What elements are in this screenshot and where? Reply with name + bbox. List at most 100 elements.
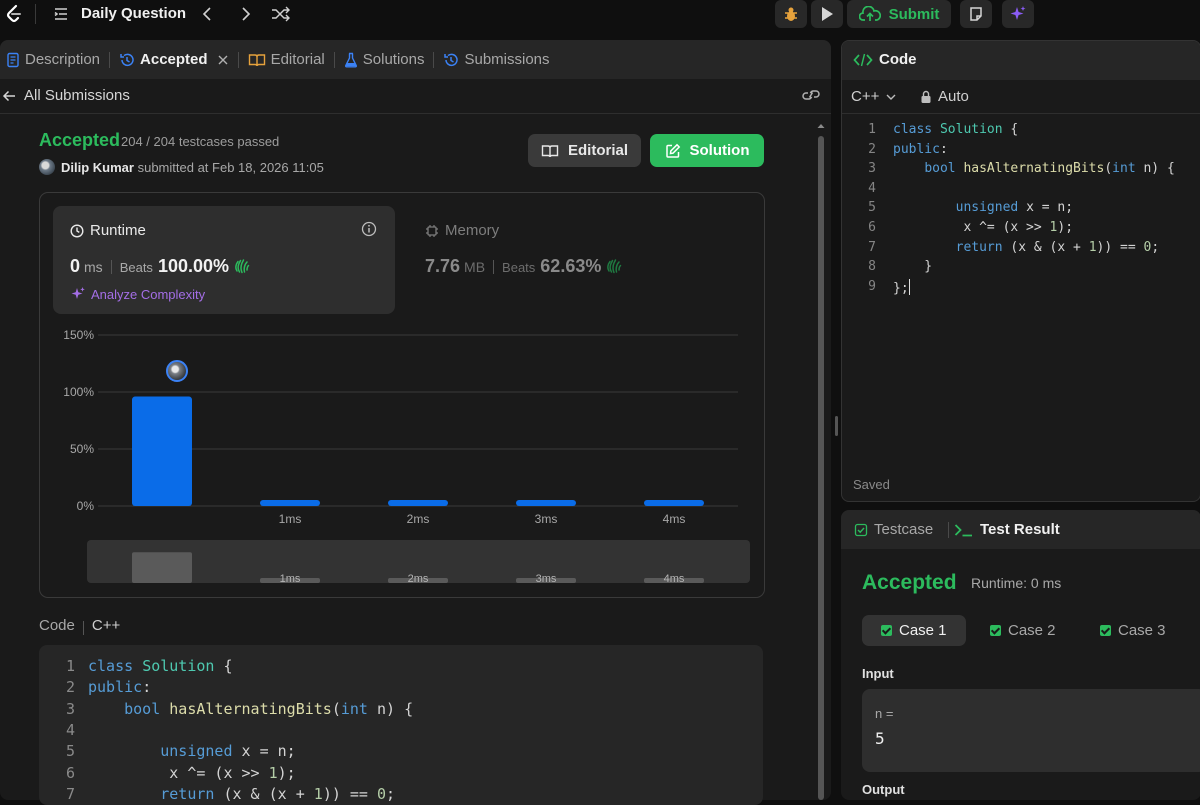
tab-label: Submissions [464, 51, 550, 68]
memory-card-label[interactable]: Memory [425, 222, 499, 239]
all-submissions-label: All Submissions [24, 87, 130, 104]
test-runtime: Runtime: 0 ms [971, 575, 1062, 591]
tab-testcase[interactable]: Testcase [854, 521, 933, 538]
tab-label: Description [25, 51, 101, 68]
tab-accepted[interactable]: Accepted [116, 51, 232, 68]
tab-label: Testcase [874, 521, 934, 538]
runtime-card[interactable]: Runtime 0 ms Beats 100.00% Analyze Compl… [53, 206, 395, 314]
tab-solutions[interactable]: Solutions [341, 51, 428, 68]
line-number: 3 [65, 699, 75, 718]
code-icon [853, 53, 873, 67]
submitter-name[interactable]: Dilip Kumar [61, 160, 134, 175]
submitted-time: submitted at Feb 18, 2026 11:05 [137, 160, 324, 175]
analyze-complexity-link[interactable]: Analyze Complexity [70, 286, 205, 302]
submitter-line: Dilip Kumar submitted at Feb 18, 2026 11… [61, 160, 324, 175]
panel-resize-handle[interactable] [835, 416, 838, 436]
divider [35, 4, 36, 24]
tab-test-result[interactable]: Test Result [954, 521, 1060, 538]
overview-label: 1ms [280, 573, 301, 585]
beats-label: Beats [119, 260, 153, 275]
shuffle-icon[interactable] [271, 6, 291, 22]
runtime-values: 0 ms Beats 100.00% [70, 256, 251, 277]
check-icon [1100, 625, 1111, 636]
all-submissions-link[interactable]: All Submissions [2, 87, 130, 104]
overview-bar-0ms [132, 552, 192, 583]
case-1-tab[interactable]: Case 1 [862, 615, 966, 646]
tab-editorial[interactable]: Editorial [245, 51, 328, 68]
language-select[interactable]: C++ [851, 88, 897, 105]
info-icon[interactable] [361, 221, 377, 237]
your-submission-avatar[interactable] [166, 360, 188, 382]
chevron-right-icon[interactable] [239, 6, 253, 22]
chevron-left-icon[interactable] [201, 6, 215, 22]
list-icon[interactable] [53, 6, 69, 22]
code-text: x ^= (x >> 1); [893, 220, 1074, 235]
close-icon[interactable] [217, 54, 229, 66]
runtime-distribution-chart: 0% 50% 100% 150% 1ms 2ms 3ms 4ms 1ms 2ms 3ms 4ms [40, 320, 760, 590]
code-language: C++ [91, 617, 121, 634]
scrollbar[interactable] [814, 120, 828, 800]
solution-button-label: Solution [689, 142, 750, 159]
line-number: 2 [868, 141, 876, 157]
terminal-icon [954, 523, 974, 537]
bar-1ms[interactable] [260, 500, 320, 506]
run-button[interactable] [811, 0, 843, 28]
line-number: 5 [65, 742, 75, 761]
editorial-button-label: Editorial [567, 142, 628, 159]
debug-button[interactable] [775, 0, 807, 28]
case-3-tab[interactable]: Case 3 [1081, 615, 1185, 646]
x-tick-label: 1ms [279, 512, 302, 526]
case-2-tab[interactable]: Case 2 [971, 615, 1075, 646]
bar-2ms[interactable] [388, 500, 448, 506]
saved-status: Saved [853, 477, 890, 492]
tab-description[interactable]: Description [3, 51, 103, 68]
bar-3ms[interactable] [516, 500, 576, 506]
code-panel-title: Code [879, 51, 917, 68]
code-label: Code [39, 617, 75, 634]
tab-label: Solutions [362, 51, 425, 68]
input-value-box[interactable]: n = 5 [862, 689, 1200, 772]
ai-assistant-button[interactable] [1002, 0, 1034, 28]
output-label: Output [862, 782, 905, 797]
link-icon[interactable] [801, 87, 821, 103]
analyze-label: Analyze Complexity [91, 286, 206, 302]
code-text: x ^= (x >> 1); [88, 763, 296, 782]
cloud-upload-icon [858, 6, 881, 22]
notes-button[interactable] [960, 0, 992, 28]
y-tick-label: 100% [63, 385, 94, 399]
bar-0ms[interactable] [132, 396, 192, 506]
line-number: 4 [65, 720, 75, 739]
code-editor-panel: Code C++ Auto 1 class Solution {2 public: 3… [841, 40, 1200, 502]
line-number: 9 [868, 278, 876, 294]
code-text: return (x & (x + 1)) == 0; [160, 784, 396, 803]
runtime-beats-value: 100.00% [157, 256, 229, 276]
submitted-code-block[interactable]: 1 class Solution {2 public: 3 bool hasAlter… [39, 645, 763, 805]
solution-button[interactable]: Solution [650, 134, 764, 167]
x-tick-label: 3ms [535, 512, 558, 526]
top-bar: Daily Question Submit [0, 0, 1200, 28]
document-icon [6, 52, 20, 68]
clap-icon [233, 258, 251, 274]
flask-icon [344, 52, 358, 68]
check-icon [881, 625, 892, 636]
line-number: 2 [65, 678, 75, 697]
daily-question-title[interactable]: Daily Question [81, 5, 186, 22]
chart-svg: 0% 50% 100% 150% 1ms 2ms 3ms 4ms 1ms 2ms 3ms 4ms [63, 328, 750, 585]
line-number: 1 [868, 122, 876, 137]
line-number: 6 [868, 220, 876, 235]
memory-unit: MB [464, 259, 486, 275]
test-panel-header: Testcase Test Result [841, 510, 1200, 549]
submit-button[interactable]: Submit [847, 0, 951, 28]
editorial-button[interactable]: Editorial [528, 134, 641, 167]
tab-submissions[interactable]: Submissions [440, 51, 552, 68]
runtime-label: Runtime [70, 222, 146, 239]
code-tab[interactable]: Code [853, 51, 917, 68]
memory-values: 7.76 MB Beats 62.63% [425, 256, 623, 277]
auto-mode-toggle[interactable]: Auto [920, 88, 969, 105]
code-text: class Solution { [88, 657, 233, 675]
runtime-value: 0 [70, 256, 81, 276]
leetcode-logo-icon[interactable] [4, 4, 24, 24]
avatar[interactable] [39, 159, 55, 175]
case-label: Case 1 [899, 622, 947, 639]
bar-4ms[interactable] [644, 500, 704, 506]
